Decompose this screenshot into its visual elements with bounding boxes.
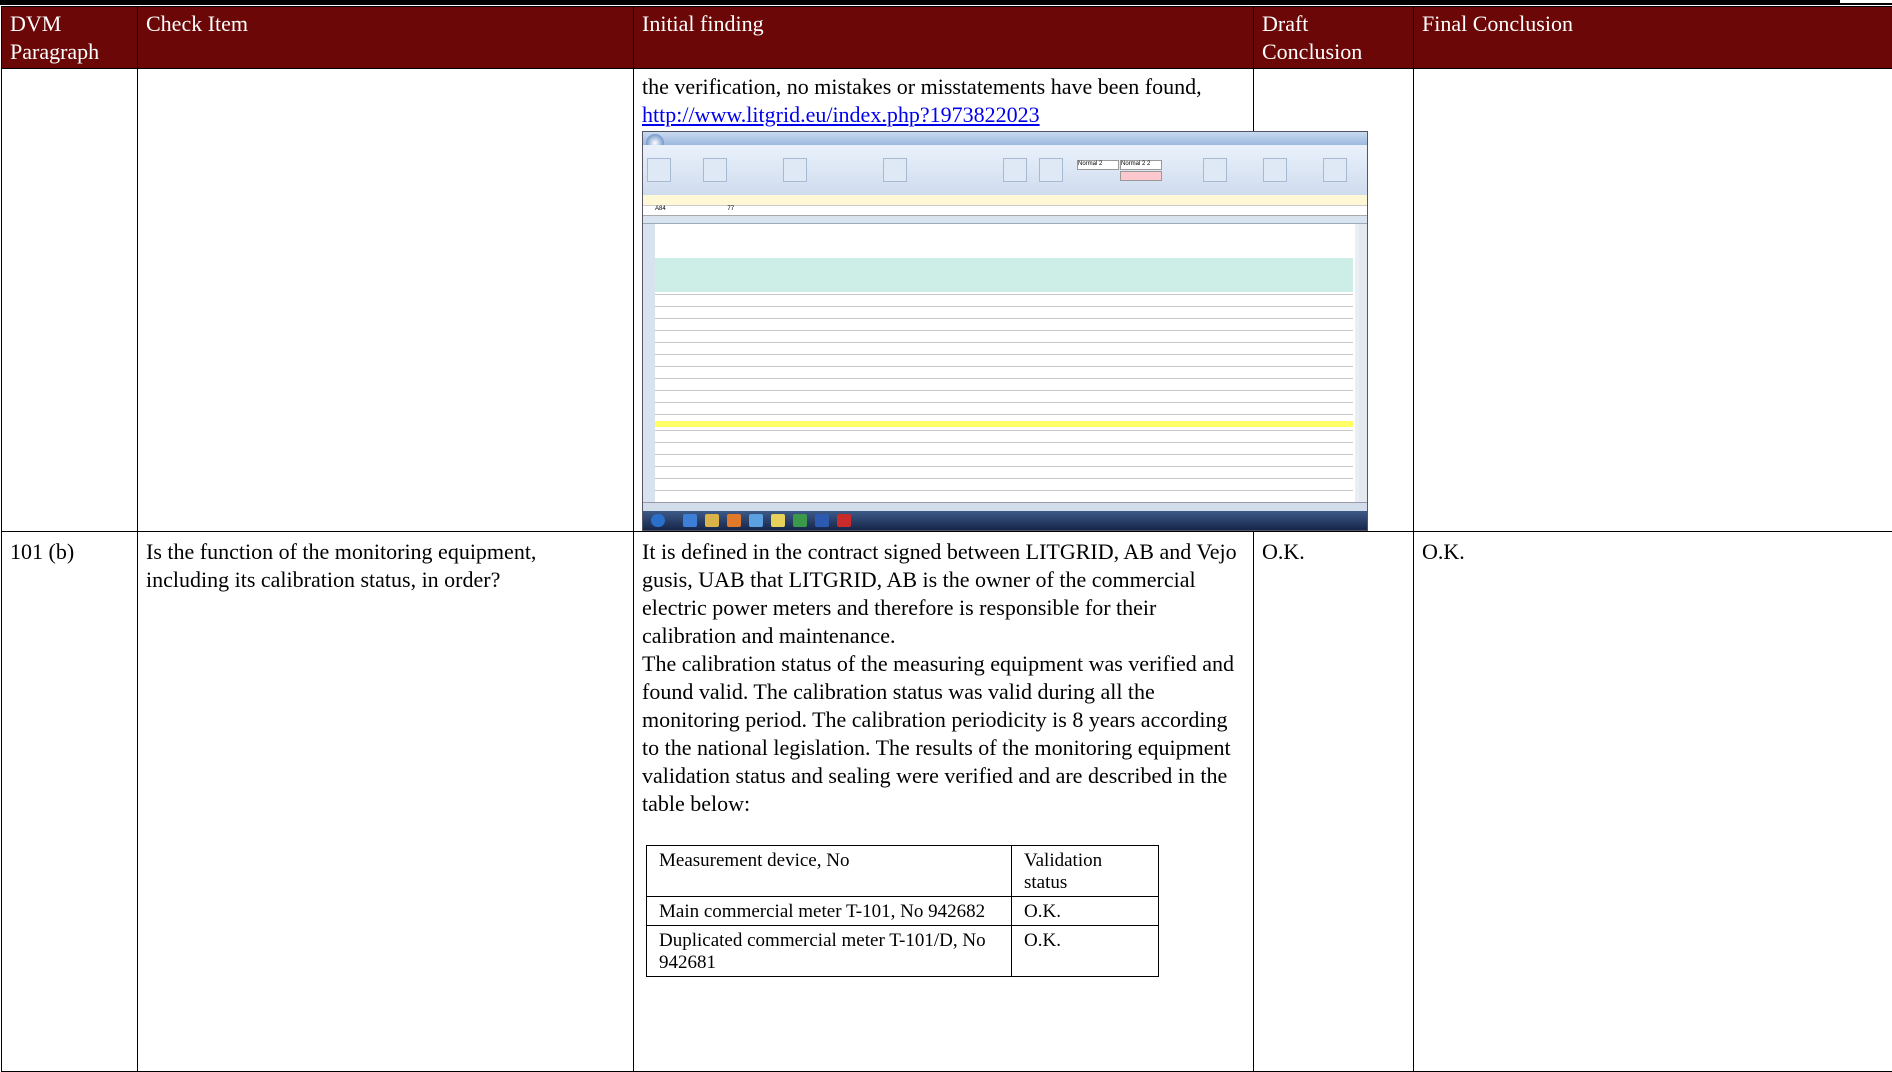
device-table: Measurement device, No Validation status… — [646, 845, 1159, 977]
header-draft-conclusion: Draft Conclusion — [1254, 7, 1414, 69]
status-header: Validation status — [1012, 846, 1159, 897]
formula-value: 77 — [727, 206, 734, 212]
cell-final: O.K. — [1414, 532, 1892, 1072]
vertical-scrollbar — [1359, 224, 1367, 502]
align-icon — [783, 158, 807, 182]
style-normal22: Normal 2 2 — [1120, 160, 1162, 170]
cell-paragraph: 101 (b) — [2, 532, 138, 1072]
device-status: O.K. — [1012, 897, 1159, 926]
cell-check-item — [138, 69, 634, 532]
excel-ribbon: Normal 2 Normal 2 2 — [643, 145, 1367, 196]
header-row: DVM Paragraph Check Item Initial finding… — [2, 7, 1892, 69]
conditional-format-icon — [1003, 158, 1027, 182]
find-icon — [1323, 158, 1347, 182]
cell-finding: the verification, no mistakes or misstat… — [634, 69, 1254, 532]
device-header: Measurement device, No — [647, 846, 1012, 897]
header-initial-finding: Initial finding — [634, 7, 1254, 69]
device-name: Duplicated commercial meter T-101/D, No … — [647, 926, 1012, 977]
verification-table: DVM Paragraph Check Item Initial finding… — [1, 6, 1892, 1072]
cell-check-item: Is the function of the monitoring equipm… — [138, 532, 634, 1072]
style-normal2: Normal 2 — [1077, 160, 1119, 170]
header-check-item: Check Item — [138, 7, 634, 69]
format-table-icon — [1039, 158, 1063, 182]
paste-icon — [647, 158, 671, 182]
column-headers — [643, 216, 1367, 224]
taskbar-app-icon — [683, 514, 697, 527]
table-row: 101 (b) Is the function of the monitorin… — [2, 532, 1892, 1072]
device-status: O.K. — [1012, 926, 1159, 977]
number-icon — [883, 158, 907, 182]
cell-paragraph — [2, 69, 138, 532]
cell-finding: It is defined in the contract signed bet… — [634, 532, 1254, 1072]
sum-icon — [1263, 158, 1287, 182]
style-bad — [1120, 171, 1162, 181]
cell-reference: A84 — [655, 206, 666, 212]
folder-icon — [705, 514, 719, 527]
app-icon — [771, 514, 785, 527]
litgrid-link[interactable]: http://www.litgrid.eu/index.php?19738220… — [642, 102, 1040, 127]
formula-bar: A84 77 — [643, 206, 1367, 216]
highlighted-row — [655, 421, 1353, 427]
windows-taskbar — [643, 511, 1367, 530]
finding-paragraph-2: The calibration status of the measuring … — [642, 650, 1245, 818]
app-icon — [749, 514, 763, 527]
worksheet — [655, 224, 1355, 502]
browser-icon — [727, 514, 741, 527]
security-warning-bar — [643, 195, 1367, 206]
start-icon — [651, 514, 665, 527]
device-name: Main commercial meter T-101, No 942682 — [647, 897, 1012, 926]
cell-final — [1414, 69, 1892, 532]
finding-text: the verification, no mistakes or misstat… — [642, 73, 1245, 101]
table-row: the verification, no mistakes or misstat… — [2, 69, 1892, 532]
word-icon — [815, 514, 829, 527]
excel-screenshot: Normal 2 Normal 2 2 A84 77 — [642, 131, 1368, 531]
finding-paragraph-1: It is defined in the contract signed bet… — [642, 538, 1245, 650]
top-rule-gap — [1840, 0, 1892, 3]
insert-cells-icon — [1203, 158, 1227, 182]
font-icon — [703, 158, 727, 182]
header-dvm-paragraph: DVM Paragraph — [2, 7, 138, 69]
sheet-header-block — [655, 258, 1353, 292]
header-final-conclusion: Final Conclusion — [1414, 7, 1892, 69]
excel-icon — [793, 514, 807, 527]
excel-titlebar — [643, 132, 1367, 145]
cell-draft: O.K. — [1254, 532, 1414, 1072]
top-rule — [0, 0, 1892, 5]
row-headers — [643, 224, 655, 502]
pdf-icon — [837, 514, 851, 527]
